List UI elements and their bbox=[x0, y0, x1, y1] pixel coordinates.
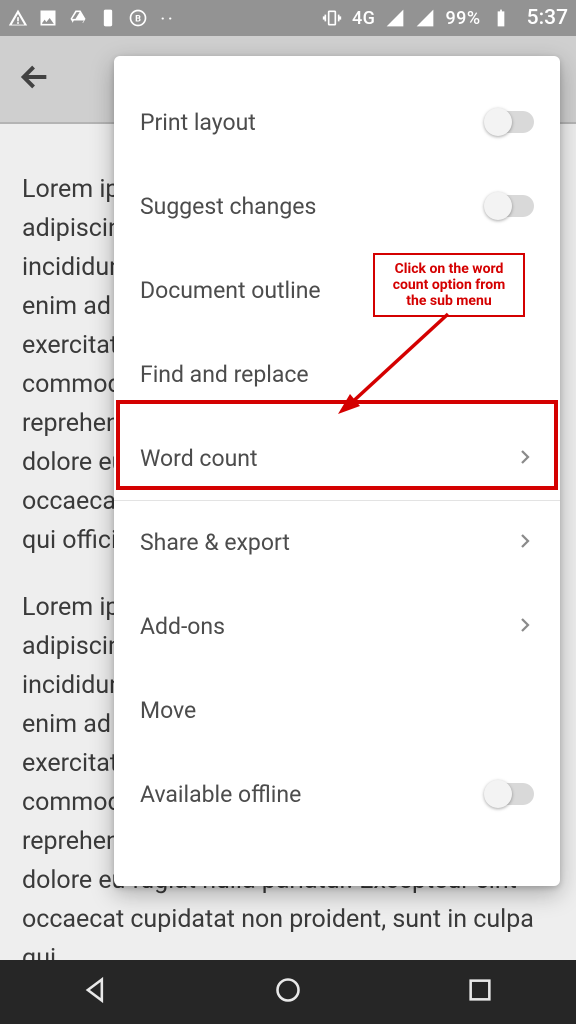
menu-item-available-offline[interactable]: Available offline bbox=[114, 752, 560, 836]
nav-recent-button[interactable] bbox=[466, 976, 494, 1008]
chevron-right-icon bbox=[516, 613, 534, 640]
chevron-right-icon bbox=[516, 529, 534, 556]
menu-item-find-replace[interactable]: Find and replace bbox=[114, 332, 560, 416]
toggle-switch[interactable] bbox=[486, 111, 534, 133]
overflow-menu: Print layout Suggest changes Document ou… bbox=[114, 56, 560, 886]
toggle-switch[interactable] bbox=[486, 195, 534, 217]
menu-item-print-layout[interactable]: Print layout bbox=[114, 80, 560, 164]
menu-item-label: Share & export bbox=[140, 529, 290, 556]
drive-icon bbox=[68, 8, 88, 28]
menu-item-label: Find and replace bbox=[140, 361, 309, 388]
signal-1-icon bbox=[385, 8, 405, 28]
status-right-icons: 4G 99% 5:37 bbox=[322, 6, 568, 30]
back-arrow-icon[interactable] bbox=[18, 60, 52, 98]
vibrate-icon bbox=[322, 8, 342, 28]
menu-item-label: Print layout bbox=[140, 109, 256, 136]
menu-item-suggest-changes[interactable]: Suggest changes bbox=[114, 164, 560, 248]
nav-home-button[interactable] bbox=[274, 976, 302, 1008]
menu-item-label: Available offline bbox=[140, 781, 301, 808]
toggle-switch[interactable] bbox=[486, 783, 534, 805]
menu-item-label: Document outline bbox=[140, 277, 321, 304]
battery-icon bbox=[491, 8, 511, 28]
menu-item-share-export[interactable]: Share & export bbox=[114, 500, 560, 584]
clock: 5:37 bbox=[527, 6, 568, 30]
network-type: 4G bbox=[352, 8, 376, 29]
menu-item-label: Add-ons bbox=[140, 613, 225, 640]
menu-item-add-ons[interactable]: Add-ons bbox=[114, 584, 560, 668]
menu-item-label: Word count bbox=[140, 445, 258, 472]
status-bar: B ·· 4G 99% 5:37 bbox=[0, 0, 576, 36]
status-left-icons: B ·· bbox=[8, 8, 178, 28]
image-icon bbox=[38, 8, 58, 28]
ellipsis-icon: ·· bbox=[158, 8, 178, 28]
signal-2-icon bbox=[415, 8, 435, 28]
svg-text:B: B bbox=[135, 14, 141, 24]
phone-icon bbox=[98, 8, 118, 28]
battery-percent: 99% bbox=[445, 8, 480, 29]
menu-item-document-outline[interactable]: Document outline bbox=[114, 248, 560, 332]
menu-item-word-count[interactable]: Word count bbox=[114, 416, 560, 500]
menu-item-label: Move bbox=[140, 697, 196, 724]
system-nav-bar bbox=[0, 960, 576, 1024]
warning-icon bbox=[8, 8, 28, 28]
menu-item-label: Suggest changes bbox=[140, 193, 316, 220]
circle-b-icon: B bbox=[128, 8, 148, 28]
menu-item-move[interactable]: Move bbox=[114, 668, 560, 752]
nav-back-button[interactable] bbox=[82, 976, 110, 1008]
chevron-right-icon bbox=[516, 445, 534, 472]
